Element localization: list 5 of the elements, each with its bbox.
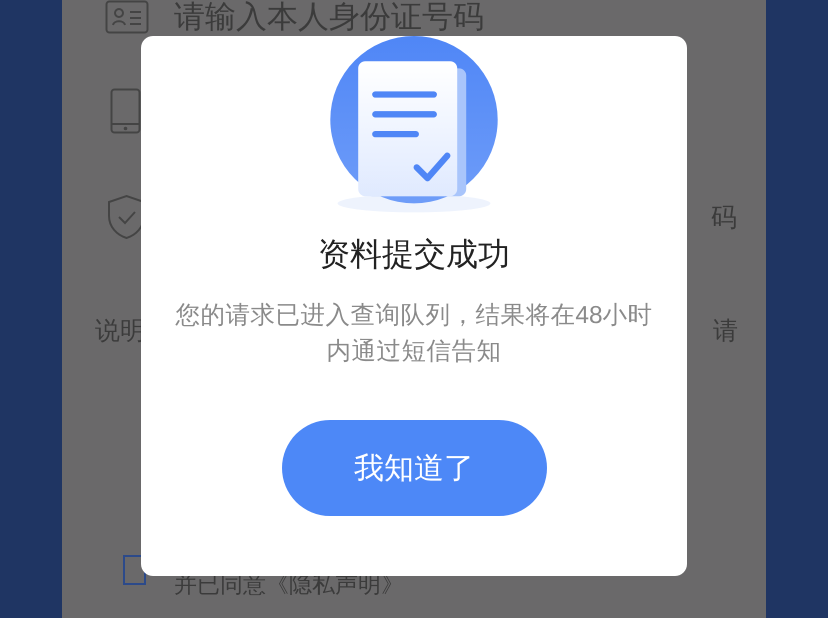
dialog-message: 您的请求已进入查询队列，结果将在48小时内通过短信告知	[174, 301, 654, 367]
confirm-button[interactable]: 我知道了	[282, 420, 546, 516]
id-card-icon	[105, 0, 149, 34]
dialog-title: 资料提交成功	[318, 235, 510, 274]
phone-icon	[110, 88, 141, 134]
